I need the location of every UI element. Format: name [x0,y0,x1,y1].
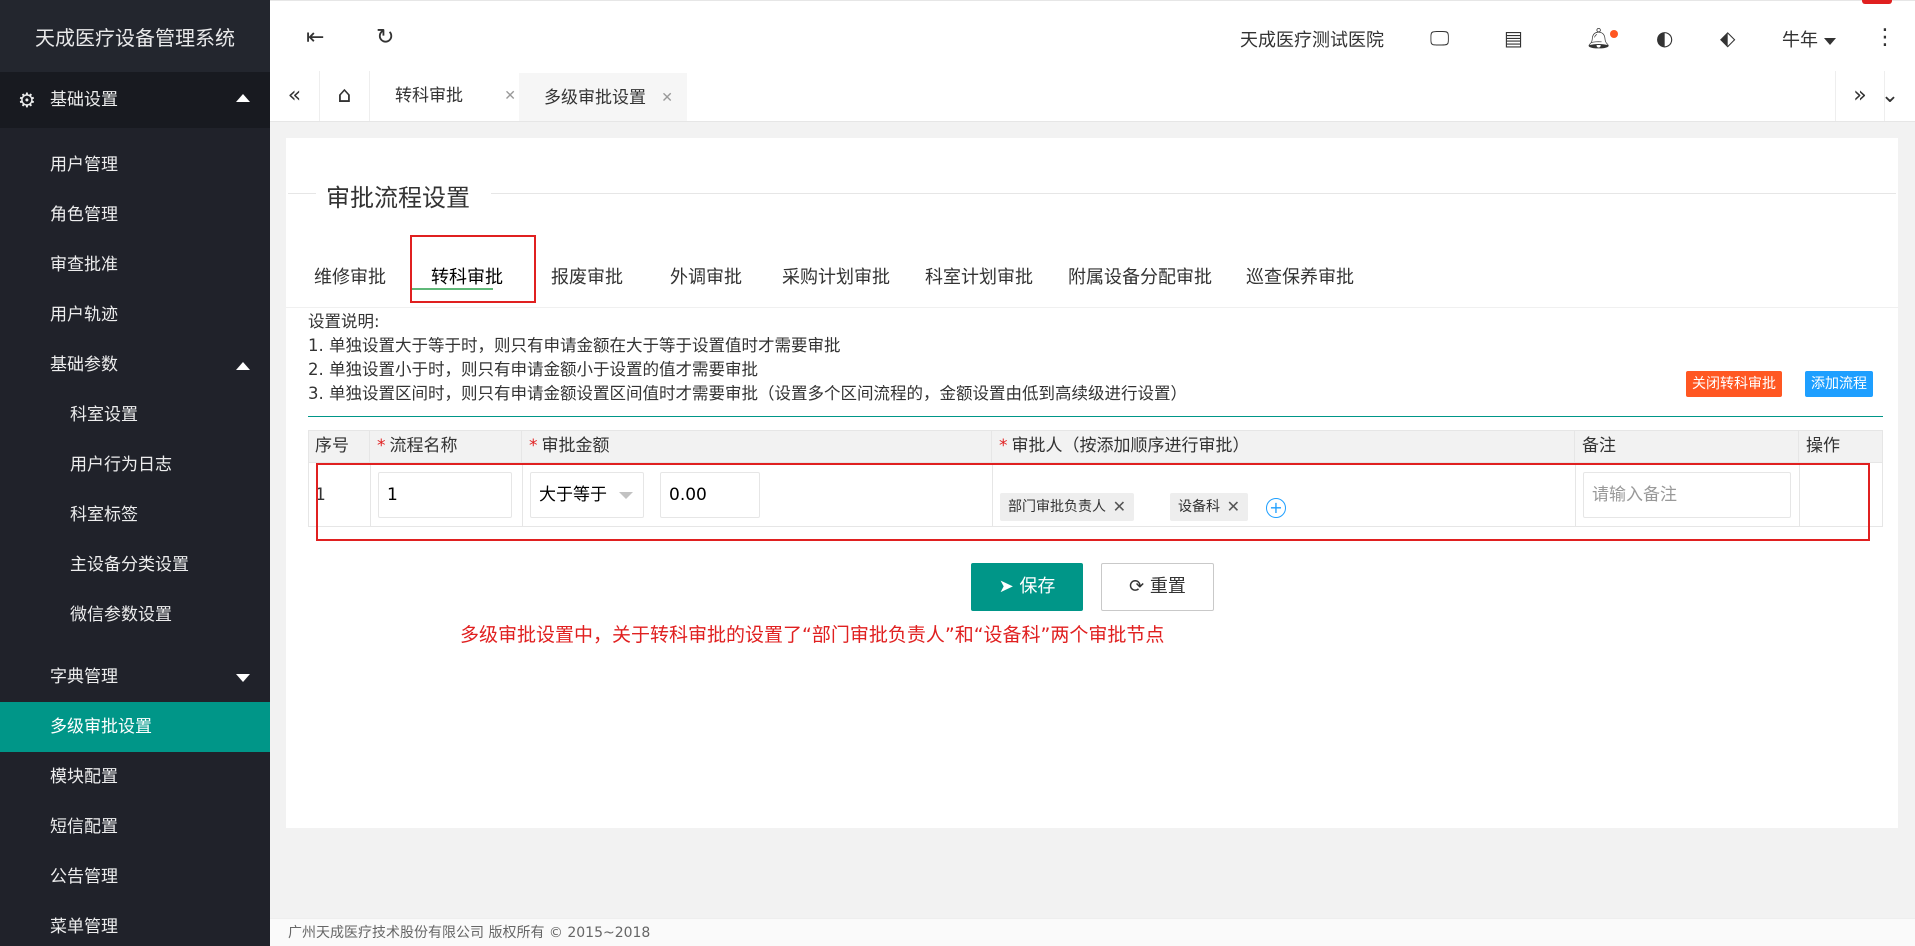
tabs-dropdown-icon[interactable]: ⌄ [1865,71,1915,121]
highlight-box [410,235,536,303]
th-label: 流程名称 [389,436,458,456]
desc-line: 1. 单独设置大于等于时，则只有申请金额在大于等于设置值时才需要审批 [308,336,841,355]
user-name: 牛年 [1782,30,1818,51]
sidebar-item-user-track[interactable]: 用户轨迹 [0,290,270,340]
tab-purchase-plan[interactable]: 采购计划审批 [782,248,890,308]
tab-scrap[interactable]: 报废审批 [551,248,623,308]
user-menu[interactable]: 牛年 [1782,26,1836,52]
sidebar: 天成医疗设备管理系统 ⚙ 基础设置 用户管理 角色管理 审查批准 用户轨迹 基础… [0,0,270,946]
gear-icon: ⚙ [18,88,36,112]
refresh-icon: ⟳ [1129,576,1150,597]
sidebar-item-device-category[interactable]: 主设备分类设置 [0,540,270,590]
sidebar-item-dept-tags[interactable]: 科室标签 [0,490,270,540]
home-icon[interactable]: ⌂ [320,71,370,121]
sidebar-item-label: 字典管理 [50,667,118,687]
fieldset-border [288,193,316,194]
tag-icon[interactable]: ⬖ [1720,24,1735,52]
sidebar-item-behavior-log[interactable]: 用户行为日志 [0,440,270,490]
th-amount: * 审批金额 [522,430,992,463]
tab-repair[interactable]: 维修审批 [314,248,386,308]
more-icon[interactable]: ⋮ [1874,24,1896,52]
fieldset-border [491,193,1896,194]
save-label: 保存 [1019,576,1056,597]
th-label: 审批人（按添加顺序进行审批） [1011,436,1250,456]
desc-line: 3. 单独设置区间时，则只有申请金额设置区间值时才需要审批（设置多个区间流程的，… [308,384,1187,403]
sidebar-item-dept-settings[interactable]: 科室设置 [0,390,270,440]
reset-label: 重置 [1149,576,1186,597]
note-icon[interactable]: ▤ [1504,24,1523,52]
chevron-down-icon [1824,37,1836,45]
sidebar-item-announcements[interactable]: 公告管理 [0,852,270,902]
refresh-icon[interactable]: ↻ [376,24,394,52]
fieldset-legend: 审批流程设置 [326,184,470,212]
page-tab-multilevel[interactable]: 多级审批设置 ✕ [519,71,687,121]
corner-marker [1862,0,1892,4]
divider [308,416,1883,417]
close-transfer-approval-button[interactable]: 关闭转科审批 [1686,371,1782,397]
tab-inspection[interactable]: 巡查保养审批 [1246,248,1354,308]
th-note: 备注 [1575,430,1799,463]
monitor-icon[interactable]: 🖵 [1430,24,1449,52]
desc-line: 设置说明: [308,312,380,331]
sidebar-group-label: 基础设置 [50,90,118,110]
footer: 广州天成医疗技术股份有限公司 版权所有 © 2015~2018 [270,918,1915,946]
caret-up-icon [236,94,250,102]
header-top-divider [270,0,1915,8]
th-label: 序号 [315,436,349,456]
settings-description: 设置说明: 1. 单独设置大于等于时，则只有申请金额在大于等于设置值时才需要审批… [308,310,1187,406]
th-label: 备注 [1582,436,1616,456]
th-name: * 流程名称 [370,430,522,463]
tab-external[interactable]: 外调审批 [670,248,742,308]
send-icon: ➤ [998,576,1020,597]
save-button[interactable]: ➤ 保存 [971,563,1083,611]
annotation-text: 多级审批设置中，关于转科审批的设置了“部门审批负责人”和“设备科”两个审批节点 [460,624,1165,646]
page-tab-label: 转科审批 [395,86,463,106]
tab-accessory[interactable]: 附属设备分配审批 [1068,248,1212,308]
page-tab-transfer[interactable]: 转科审批 ✕ [370,71,530,121]
tab-dept-plan[interactable]: 科室计划审批 [925,248,1033,308]
sidebar-item-label: 基础参数 [50,355,118,375]
sidebar-item-multilevel-approval[interactable]: 多级审批设置 [0,702,270,752]
th-approver: * 审批人（按添加顺序进行审批） [992,430,1575,463]
tabs-prev-icon[interactable]: « [270,71,320,121]
hospital-name[interactable]: 天成医疗测试医院 [1240,26,1384,52]
sidebar-item-review[interactable]: 审查批准 [0,240,270,290]
page-tabs-bar: « ⌂ 转科审批 ✕ 多级审批设置 ✕ » ⌄ [270,71,1915,122]
notification-dot [1610,30,1618,38]
highlight-box [316,463,1870,541]
menu-fold-icon[interactable]: ⇤ [306,24,324,52]
sidebar-item-roles[interactable]: 角色管理 [0,190,270,240]
app-logo-title: 天成医疗设备管理系统 [0,0,270,76]
desc-line: 2. 单独设置小于时，则只有申请金额小于设置的值才需要审批 [308,360,758,379]
sidebar-item-dictionary[interactable]: 字典管理 [0,652,270,702]
top-header: ⇤ ↻ 天成医疗测试医院 🖵 ▤ 🔔︎ ◐ ⬖ 牛年 ⋮ [270,0,1915,76]
sidebar-item-modules[interactable]: 模块配置 [0,752,270,802]
bell-icon[interactable]: 🔔︎ [1586,24,1611,52]
sidebar-item-wechat-params[interactable]: 微信参数设置 [0,590,270,640]
close-icon[interactable]: ✕ [504,71,516,121]
sidebar-item-sms[interactable]: 短信配置 [0,802,270,852]
th-op: 操作 [1799,430,1883,463]
reset-button[interactable]: ⟳ 重置 [1101,563,1214,611]
th-seq: 序号 [308,430,370,463]
sidebar-item-menus[interactable]: 菜单管理 [0,902,270,946]
sidebar-item-params[interactable]: 基础参数 [0,340,270,390]
page-tab-label: 多级审批设置 [544,88,646,108]
caret-up-icon [236,362,250,370]
sidebar-item-users[interactable]: 用户管理 [0,140,270,190]
add-flow-button[interactable]: 添加流程 [1805,371,1873,397]
close-icon[interactable]: ✕ [661,73,673,123]
th-label: 审批金额 [541,436,610,456]
th-label: 操作 [1806,436,1840,456]
sidebar-group-basic-settings[interactable]: ⚙ 基础设置 [0,72,270,128]
caret-down-icon [236,674,250,682]
palette-icon[interactable]: ◐ [1656,24,1673,52]
